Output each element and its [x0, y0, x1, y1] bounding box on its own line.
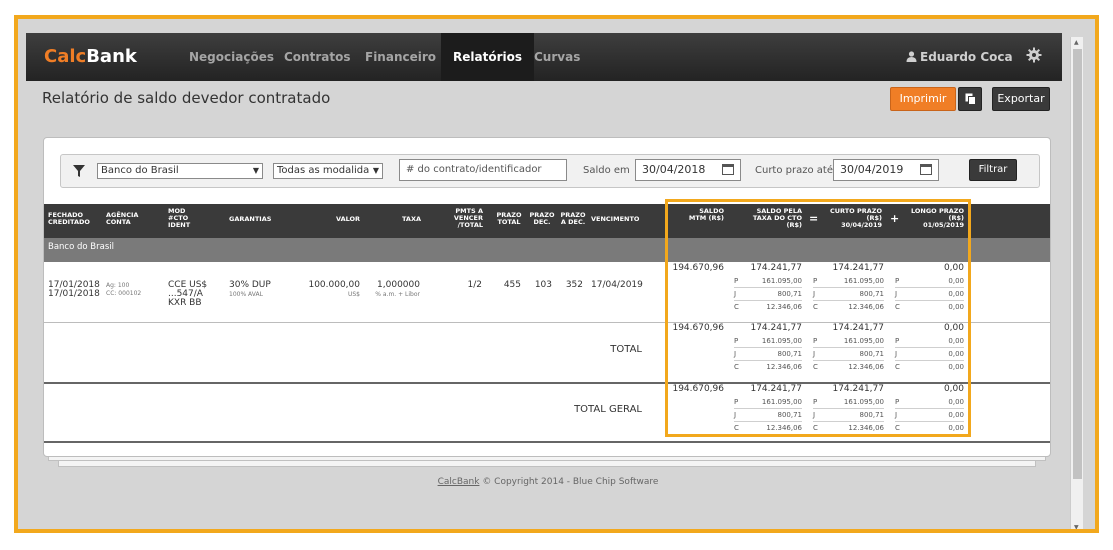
filter-bar: Banco do Brasil ▼ Todas as modalida ▼ # do… [60, 154, 1040, 188]
nav-negociacoes[interactable]: Negociações [189, 33, 274, 81]
user-menu[interactable]: Eduardo Coca [906, 33, 1013, 81]
col-garantias: GARANTIAS [229, 215, 272, 223]
col-mod: MOD #CTO IDENT [168, 207, 191, 229]
scrollbar[interactable]: ▲ ▼ [1070, 37, 1083, 529]
scroll-thumb[interactable] [1073, 49, 1082, 479]
print-button[interactable]: Imprimir [890, 87, 956, 111]
export-button[interactable]: Exportar [992, 87, 1050, 111]
col-prazo-dec: PRAZO DEC. [529, 211, 555, 226]
col-vencimento: VENCIMENTO [591, 215, 640, 223]
gear-icon[interactable] [1026, 47, 1042, 63]
copy-button[interactable] [958, 87, 982, 111]
highlight-box [665, 199, 971, 437]
bank-select[interactable]: Banco do Brasil ▼ [97, 163, 263, 179]
nav-financeiro[interactable]: Financeiro [365, 33, 436, 81]
app-logo[interactable]: CalcBank [44, 46, 137, 67]
chevron-down-icon: ▼ [252, 166, 259, 175]
total-geral-label: TOTAL GERAL [574, 404, 642, 415]
app-frame: CalcBank Negociações Contratos Financeir… [14, 15, 1099, 533]
filter-button[interactable]: Filtrar [969, 159, 1017, 181]
calendar-icon[interactable] [722, 164, 734, 175]
col-valor: VALOR [336, 215, 361, 223]
saldo-label: Saldo em [583, 165, 630, 176]
contract-search-input[interactable]: # do contrato/identificador [399, 159, 567, 181]
col-fechado: FECHADO CREDITADO [48, 211, 90, 226]
user-icon [906, 51, 917, 62]
page-title: Relatório de saldo devedor contratado [42, 89, 331, 107]
col-prazo-adec: PRAZO A DEC. [560, 211, 586, 226]
scroll-up-icon[interactable]: ▲ [1074, 39, 1079, 46]
col-pmts: PMTS A VENCER /TOTAL [453, 207, 483, 229]
footer: CalcBank © Copyright 2014 - Blue Chip So… [437, 477, 659, 487]
filter-icon [73, 165, 85, 177]
curto-label: Curto prazo até [755, 165, 833, 176]
col-agencia: AGÊNCIA CONTA [106, 211, 139, 226]
nav-contratos[interactable]: Contratos [284, 33, 350, 81]
curto-date-input[interactable]: 30/04/2019 [833, 159, 939, 181]
row-divider [44, 441, 1050, 443]
footer-brand-link[interactable]: CalcBank [438, 477, 480, 487]
modality-select[interactable]: Todas as modalida ▼ [273, 163, 383, 179]
scroll-down-icon[interactable]: ▼ [1074, 524, 1079, 529]
chevron-down-icon: ▼ [372, 166, 379, 175]
col-prazo-total: PRAZO TOTAL [496, 211, 522, 226]
nav-relatorios[interactable]: Relatórios [441, 33, 534, 81]
total-label: TOTAL [610, 344, 642, 355]
saldo-date-input[interactable]: 30/04/2018 [635, 159, 741, 181]
nav-curvas[interactable]: Curvas [534, 33, 580, 81]
col-taxa: TAXA [402, 215, 422, 223]
top-navbar: CalcBank Negociações Contratos Financeir… [26, 33, 1062, 81]
copy-icon [965, 93, 976, 105]
calendar-icon[interactable] [920, 164, 932, 175]
